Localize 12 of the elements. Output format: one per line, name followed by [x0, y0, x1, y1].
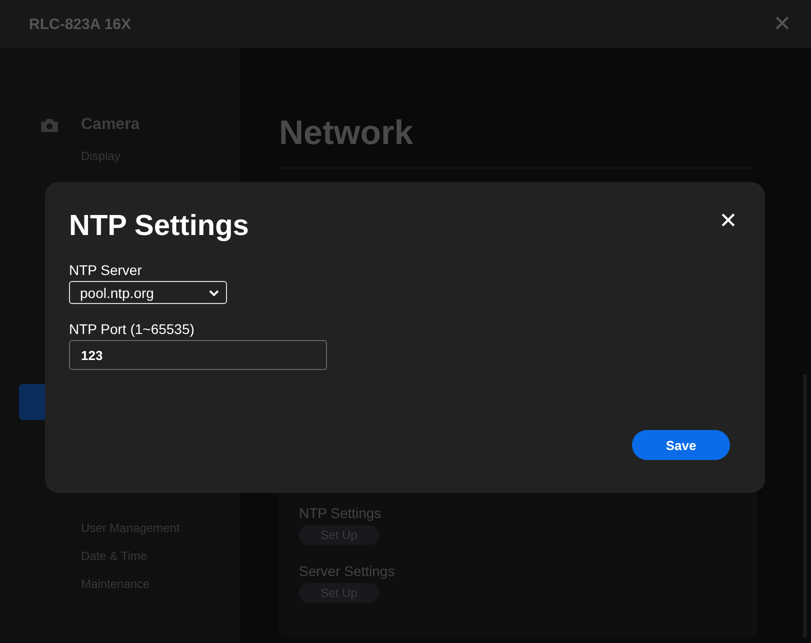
- camera-icon: [41, 118, 58, 132]
- field-label: NTP Port (1~65535): [69, 321, 194, 337]
- save-button[interactable]: Save: [632, 430, 730, 460]
- dialog-title: NTP Settings: [69, 210, 249, 243]
- window-title: RLC-823A 16X: [29, 16, 131, 32]
- field-label: NTP Server: [69, 262, 142, 278]
- close-button[interactable]: ✕: [773, 13, 791, 35]
- port-input[interactable]: 123: [69, 340, 327, 370]
- server-dropdown[interactable]: pool.ntp.org: [69, 281, 227, 304]
- close-button[interactable]: ✕: [719, 210, 737, 232]
- chevron-icon: [209, 290, 219, 296]
- page-heading: Network: [279, 114, 414, 153]
